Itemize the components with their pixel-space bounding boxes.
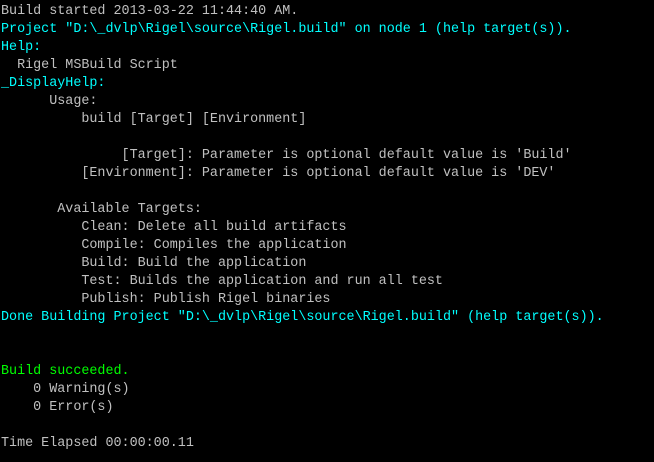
console-window[interactable]: Build started 2013-03-22 11:44:40 AM. Pr… <box>0 0 654 462</box>
available-targets-heading: Available Targets: <box>1 202 202 217</box>
display-help-target-line: _DisplayHelp: <box>1 76 106 91</box>
target-publish-line: Publish: Publish Rigel binaries <box>1 292 331 307</box>
target-compile-line: Compile: Compiles the application <box>1 238 347 253</box>
target-clean-line: Clean: Delete all build artifacts <box>1 220 347 235</box>
param-environment-line: [Environment]: Parameter is optional def… <box>1 166 556 181</box>
warnings-count-line: 0 Warning(s) <box>1 382 130 397</box>
script-title-line: Rigel MSBuild Script <box>1 58 178 73</box>
param-target-line: [Target]: Parameter is optional default … <box>1 148 572 163</box>
usage-command-line: build [Target] [Environment] <box>1 112 307 127</box>
build-succeeded-line: Build succeeded. <box>1 364 130 379</box>
usage-heading-line: Usage: <box>1 94 98 109</box>
errors-count-line: 0 Error(s) <box>1 400 114 415</box>
build-started-line: Build started 2013-03-22 11:44:40 AM. <box>1 4 299 19</box>
target-build-line: Build: Build the application <box>1 256 307 271</box>
time-elapsed-line: Time Elapsed 00:00:00.11 <box>1 436 194 451</box>
project-done-line: Done Building Project "D:\_dvlp\Rigel\so… <box>1 310 604 325</box>
target-test-line: Test: Builds the application and run all… <box>1 274 443 289</box>
project-start-line: Project "D:\_dvlp\Rigel\source\Rigel.bui… <box>1 22 572 37</box>
help-target-line: Help: <box>1 40 42 55</box>
